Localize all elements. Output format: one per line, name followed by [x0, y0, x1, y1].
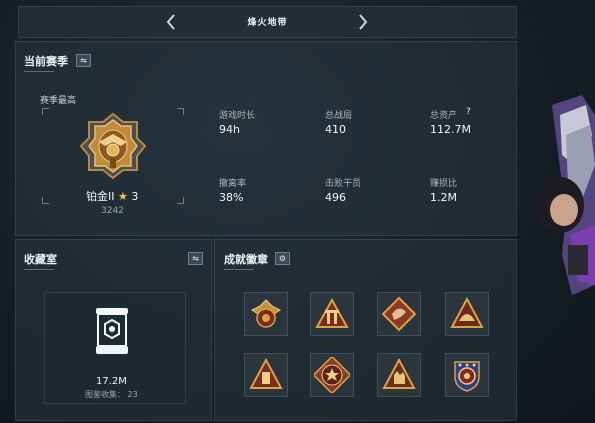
- stat-extract-rate-value: 38%: [219, 191, 244, 204]
- rank-points: 3242: [101, 206, 124, 216]
- badge-gate-triangle[interactable]: [310, 292, 354, 336]
- season-best-label: 赛季最高: [40, 96, 77, 106]
- badge-star-emblem[interactable]: [310, 353, 354, 397]
- title-underline: [224, 269, 254, 270]
- badge-shield-crest[interactable]: [445, 353, 489, 397]
- eagle-crest-icon: [251, 299, 281, 328]
- badge-hand-triangle[interactable]: [377, 353, 421, 397]
- swap-icon: ⇋: [80, 56, 87, 65]
- rank-stars: 3: [131, 190, 139, 203]
- gate-triangle-icon: [315, 297, 349, 328]
- stat-total-matches-value: 410: [325, 123, 346, 136]
- title-underline: [24, 71, 54, 72]
- frame-corner: [42, 197, 49, 204]
- chevron-right-icon[interactable]: [354, 13, 372, 31]
- rank-emblem-icon: [79, 112, 147, 180]
- stat-extract-rate-label: 撤离率: [219, 179, 247, 189]
- bar-triangle-icon: [249, 357, 283, 389]
- collection-title: 收藏室: [24, 253, 57, 266]
- achievements-settings-button[interactable]: ⚙: [275, 252, 290, 265]
- stat-profit-ratio-value: 1.2M: [430, 191, 457, 204]
- stat-play-time-label: 游戏时长: [219, 111, 256, 121]
- frame-corner: [177, 108, 184, 115]
- title-underline: [24, 269, 54, 270]
- badge-eagle-crest[interactable]: [244, 292, 288, 336]
- shield-crest-icon: [454, 361, 480, 392]
- gear-icon: ⚙: [278, 254, 287, 263]
- badge-diamond-dragon[interactable]: [377, 292, 421, 336]
- achievements-panel: 成就徽章 ⚙: [214, 239, 517, 421]
- stat-total-assets-label: 总资产: [430, 111, 458, 121]
- achievements-title: 成就徽章: [224, 253, 268, 266]
- helmet-triangle-icon: [450, 296, 484, 328]
- stat-total-assets-value: 112.7M: [430, 123, 471, 136]
- season-panel: 当前赛季 ⇋ 赛季最高 铂金II ★ 3 3242 游戏时长 94h 总战局 4…: [15, 41, 517, 236]
- top-bar: 烽火地带: [18, 6, 517, 38]
- operator-character-image: [536, 95, 595, 295]
- stat-kills-label: 击败干员: [325, 179, 362, 189]
- rank-name: 铂金II: [86, 190, 115, 203]
- collection-count-value: 23: [127, 390, 138, 399]
- stat-kills-value: 496: [325, 191, 346, 204]
- diamond-dragon-icon: [381, 296, 417, 332]
- star-emblem-icon: [314, 357, 350, 393]
- collection-panel: 收藏室 ⇋ 17.2M 图鉴收集： 23: [15, 239, 212, 421]
- swap-icon: ⇋: [192, 254, 199, 263]
- hand-triangle-icon: [382, 357, 416, 389]
- badge-helmet-triangle[interactable]: [445, 292, 489, 336]
- mode-title: 烽火地带: [247, 18, 288, 28]
- collection-value: 17.2M: [96, 376, 127, 387]
- display-case-icon: [96, 308, 128, 354]
- collection-count-label: 图鉴收集：: [85, 390, 125, 399]
- collection-switch-button[interactable]: ⇋: [188, 252, 203, 265]
- badge-bar-triangle[interactable]: [244, 353, 288, 397]
- switch-season-button[interactable]: ⇋: [76, 54, 91, 67]
- collection-count-row: 图鉴收集： 23: [85, 389, 138, 400]
- stat-total-matches-label: 总战局: [325, 111, 353, 121]
- stat-profit-ratio-label: 赚损比: [430, 179, 458, 189]
- stat-play-time-value: 94h: [219, 123, 240, 136]
- season-title: 当前赛季: [24, 55, 68, 68]
- help-icon[interactable]: ?: [466, 107, 471, 117]
- frame-corner: [177, 197, 184, 204]
- frame-corner: [42, 108, 49, 115]
- star-icon: ★: [118, 190, 128, 203]
- rank-name-row: 铂金II ★ 3: [86, 188, 138, 204]
